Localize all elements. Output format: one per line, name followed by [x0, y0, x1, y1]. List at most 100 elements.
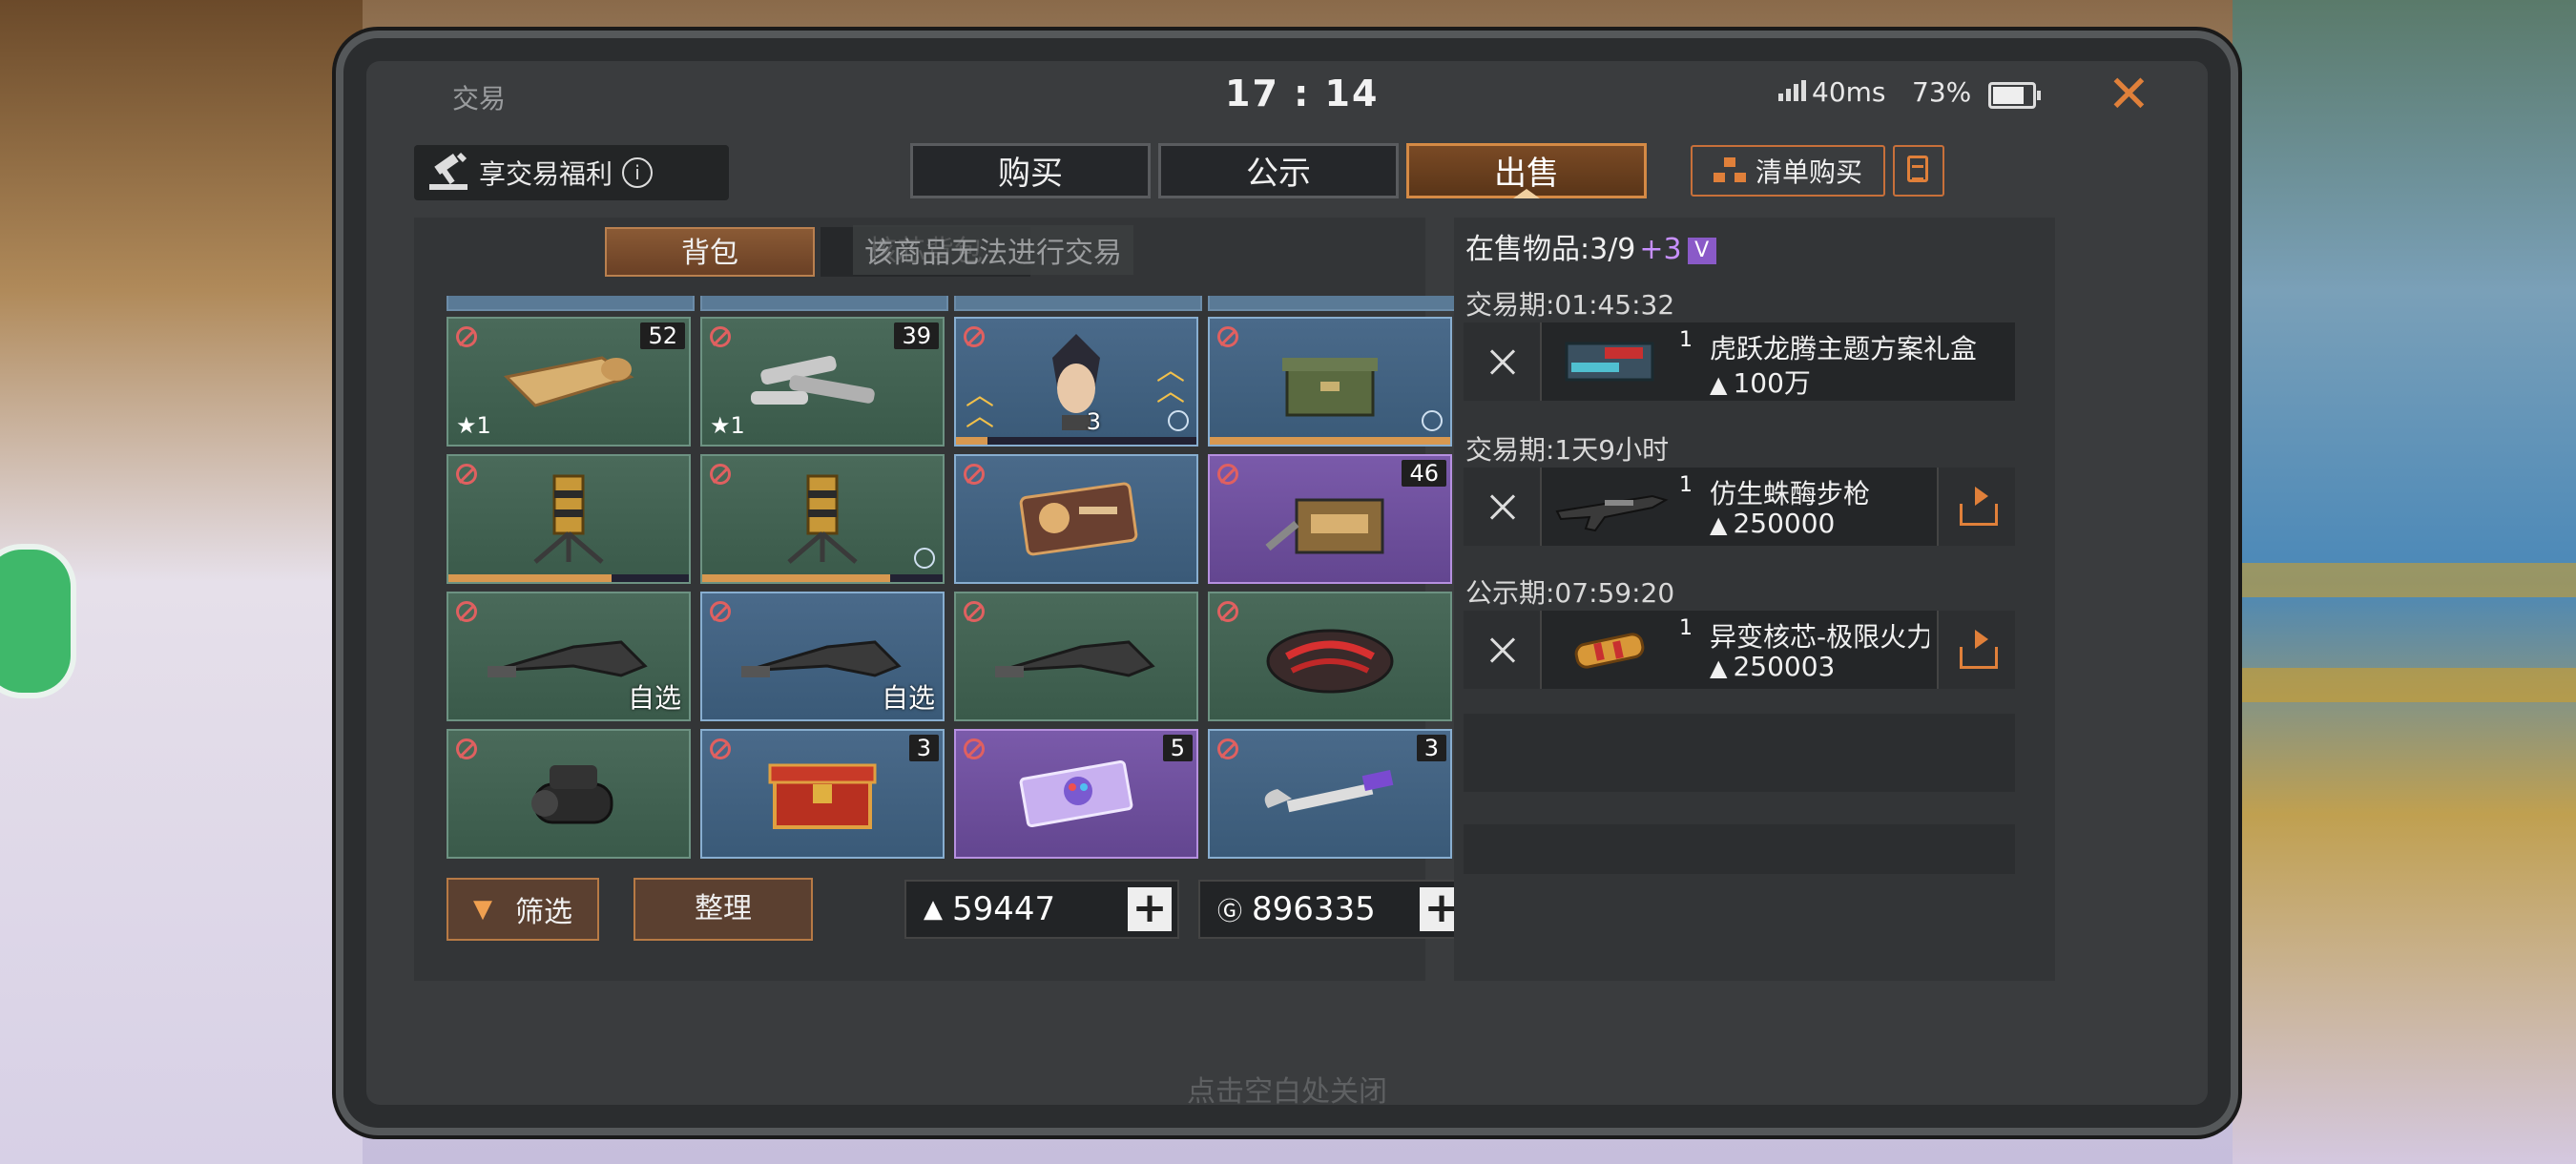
add-gold-button[interactable]: + [1128, 887, 1172, 931]
coin-amount: 896335 [1252, 890, 1376, 928]
item-slot-brass-device[interactable] [447, 454, 691, 584]
status-bar: 交易 17 : 14 40ms 73% ✕ [366, 61, 2208, 128]
item-slot-character-head[interactable]: ︿ ︿ ︿ ︿ 3 [954, 317, 1198, 447]
empty-listing-slot[interactable] [1464, 714, 2015, 792]
cancel-listing-button[interactable] [1464, 468, 1542, 546]
rifle-icon [1555, 494, 1669, 532]
no-trade-icon [710, 464, 731, 485]
backpack-panel: 背包 核芯背包 该商品无法进行交易 52 ★1 [414, 218, 1471, 981]
gavel-icon [429, 152, 467, 190]
item-slot-metal-parts[interactable]: 39 ★1 [700, 317, 945, 447]
item-slot-name-card[interactable] [954, 454, 1198, 584]
signal-icon [1778, 80, 1806, 101]
listing-period: 交易期:01:45:32 [1465, 289, 1675, 321]
tab-buy[interactable]: 购买 [910, 143, 1151, 198]
listing-period: 交易期:1天9小时 [1465, 434, 1670, 466]
no-trade-icon [710, 738, 731, 759]
clipboard-icon[interactable] [1893, 145, 1944, 197]
listing-row: 1 仿生蛛酶步枪 ▲ 250000 [1464, 468, 2015, 546]
filter-button[interactable]: ▼ 筛选 [447, 878, 599, 941]
bulk-buy-button[interactable]: 清单购买 [1691, 145, 1885, 197]
listing-price: ▲ 100万 [1710, 367, 1811, 399]
rank-up-icon: ︿ ︿ [1156, 354, 1185, 408]
background-right [2233, 0, 2576, 1164]
gold-amount: 59447 [952, 890, 1056, 928]
brass-device-icon [533, 474, 604, 564]
item-slot-paint-ticket[interactable]: 5 [954, 729, 1198, 859]
item-count: 39 [894, 322, 939, 349]
share-icon[interactable] [1937, 611, 2015, 689]
side-badge[interactable] [0, 544, 76, 698]
no-trade-icon [1217, 601, 1238, 622]
listing-qty: 1 [1679, 328, 1693, 352]
cancel-listing-button[interactable] [1464, 322, 1542, 401]
mutation-core-icon [1574, 633, 1645, 669]
listing-name: 异变核芯-极限火力 [1710, 621, 1929, 653]
no-trade-icon [1217, 326, 1238, 347]
badge-icon [914, 548, 935, 569]
chevron-down-icon: ▼ [473, 895, 492, 924]
gold-bar-icon: ▲ [924, 895, 943, 924]
hierarchy-icon [1713, 157, 1746, 184]
metal-parts-icon [751, 355, 875, 405]
item-slot-gift-chest[interactable]: 46 [1208, 454, 1452, 584]
listing-price: ▲ 250000 [1710, 508, 1836, 539]
ammo-crate-icon [1282, 358, 1378, 417]
perk-label: 享交易福利 [479, 158, 613, 190]
listing-name: 仿生蛛酶步枪 [1710, 478, 1871, 509]
subtab-backpack[interactable]: 背包 [605, 227, 815, 277]
no-trade-icon [964, 464, 985, 485]
item-count: 52 [640, 322, 685, 349]
no-trade-icon [964, 326, 985, 347]
vip-icon: V [1687, 237, 1716, 264]
name-card-icon [1019, 482, 1138, 556]
info-icon[interactable]: i [622, 157, 654, 188]
cancel-listing-button[interactable] [1464, 611, 1542, 689]
item-slot-scroll[interactable]: 52 ★1 [447, 317, 691, 447]
paint-ticket-icon [1019, 759, 1133, 828]
on-sale-count: 在售物品:3/9 +3 V [1465, 225, 1716, 267]
item-slot-gun-stock[interactable]: 自选 [447, 592, 691, 721]
progress-bar [702, 574, 943, 582]
item-slot-brass-device[interactable] [700, 454, 945, 584]
no-trade-icon [456, 601, 477, 622]
gun-stock-icon [995, 640, 1155, 677]
item-star: ★1 [456, 412, 491, 439]
listing-qty: 1 [1679, 616, 1693, 640]
item-slot-scope[interactable] [447, 729, 691, 859]
scrolled-row-edge [1208, 296, 1456, 311]
badge-icon [1422, 410, 1443, 431]
tablet-frame: 交易 17 : 14 40ms 73% ✕ 享交易福利 i 购买 公示 出售 清… [343, 38, 2231, 1128]
theme-giftbox-icon [1565, 342, 1654, 382]
trade-perk-button[interactable]: 享交易福利 i [414, 145, 729, 200]
scrolled-row-edge [954, 296, 1202, 311]
listing-name: 虎跃龙腾主题方案礼盒 [1710, 333, 1978, 364]
tab-announce[interactable]: 公示 [1158, 143, 1399, 198]
no-trade-icon [710, 326, 731, 347]
item-slot-ammo-crate[interactable] [1208, 317, 1452, 447]
share-icon[interactable] [1937, 468, 2015, 546]
item-tag: 自选 [881, 682, 935, 714]
item-slot-red-chest[interactable]: 3 [700, 729, 945, 859]
red-chest-icon [768, 763, 877, 829]
no-trade-icon [1217, 464, 1238, 485]
item-star: ★1 [710, 412, 745, 439]
item-slot-wrench[interactable]: 3 [1208, 729, 1452, 859]
no-trade-icon [964, 601, 985, 622]
character-head-icon [1052, 334, 1100, 430]
sort-button[interactable]: 整理 [634, 878, 813, 941]
on-sale-label: 在售物品:3/9 [1465, 233, 1636, 266]
close-icon[interactable]: ✕ [2108, 69, 2150, 120]
close-hint[interactable]: 点击空白处关闭 [366, 1068, 2208, 1105]
wrench-icon [1264, 770, 1394, 813]
empty-listing-slot[interactable] [1464, 824, 2015, 874]
brass-device-icon [787, 474, 858, 564]
helmet-icon [1266, 629, 1394, 694]
item-count: 46 [1402, 460, 1446, 487]
item-slot-gun-stock[interactable]: 自选 [700, 592, 945, 721]
main-tabs: 购买 公示 出售 [910, 143, 1647, 198]
item-slot-gun-stock[interactable] [954, 592, 1198, 721]
item-slot-helmet[interactable] [1208, 592, 1452, 721]
tab-sell[interactable]: 出售 [1406, 143, 1647, 198]
no-trade-icon [964, 738, 985, 759]
